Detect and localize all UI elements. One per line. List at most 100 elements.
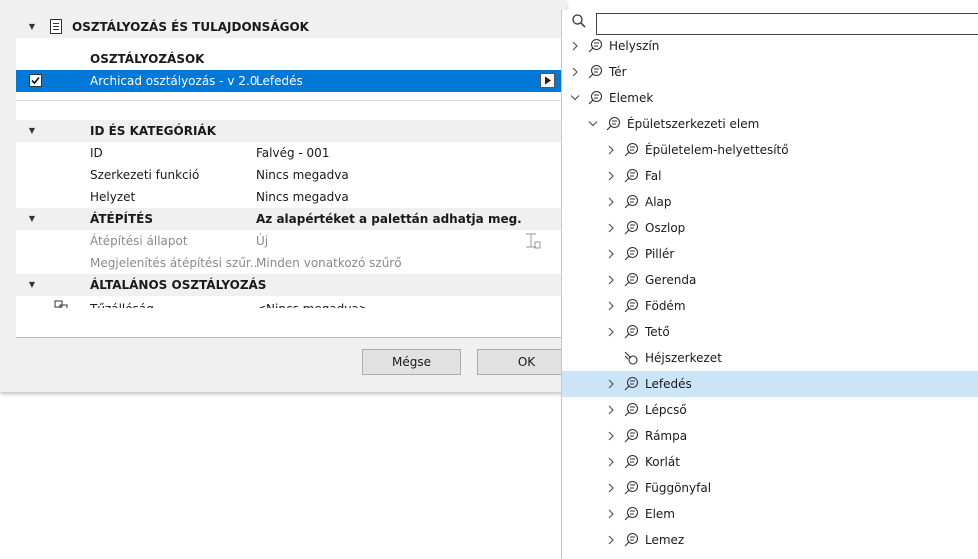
chevron-down-icon[interactable]	[588, 118, 598, 130]
chevron-right-icon[interactable]	[606, 534, 616, 546]
chevron-right-icon[interactable]	[606, 300, 616, 312]
chevron-right-icon[interactable]	[606, 144, 616, 156]
classification-icon	[624, 220, 639, 235]
property-row[interactable]: Helyzet Nincs megadva	[16, 186, 564, 208]
classification-icon	[624, 168, 639, 183]
chevron-right-icon[interactable]	[606, 196, 616, 208]
classification-icon	[588, 64, 603, 79]
tree-item[interactable]: Épületelem-helyettesítő	[562, 137, 978, 163]
property-row[interactable]: Átépítési állapot Új	[16, 230, 564, 252]
classification-leaf-icon	[624, 351, 638, 365]
tree-item[interactable]: Elemek	[562, 85, 978, 111]
tree-item-label: Lefedés	[645, 377, 692, 391]
tree-item[interactable]: Fal	[562, 163, 978, 189]
property-row[interactable]: Megjelenítés átépítési szűr... Minden vo…	[16, 252, 564, 274]
tree-item[interactable]: Lemez	[562, 527, 978, 553]
property-value[interactable]: <Nincs megadva>	[256, 298, 369, 308]
tree-item[interactable]: Pillér	[562, 241, 978, 267]
tree-item[interactable]: Rámpa	[562, 423, 978, 449]
tree-item[interactable]: Elem	[562, 501, 978, 527]
tree-item[interactable]: Födém	[562, 293, 978, 319]
tree-item[interactable]: Függönyfal	[562, 475, 978, 501]
chevron-right-icon[interactable]	[606, 378, 616, 390]
link-icon	[54, 300, 68, 308]
chevron-right-icon[interactable]	[606, 248, 616, 260]
tree-item[interactable]: Oszlop	[562, 215, 978, 241]
cancel-button[interactable]: Mégse	[362, 349, 461, 375]
tree-item-label: Alap	[645, 195, 672, 209]
property-label: Megjelenítés átépítési szűr...	[90, 256, 256, 270]
tree-item-label: Épületszerkezeti elem	[627, 117, 760, 131]
chevron-right-icon[interactable]	[570, 40, 580, 52]
classification-icon	[588, 38, 603, 53]
tree-item-label: Pillér	[645, 247, 675, 261]
chevron-right-icon[interactable]	[606, 482, 616, 494]
tree-item[interactable]: Helyszín	[562, 33, 978, 59]
renovation-note: Az alapértéket a palettán adhatja meg.	[256, 212, 522, 226]
property-value[interactable]: Minden vonatkozó szűrő	[256, 252, 402, 274]
chevron-right-icon[interactable]	[606, 274, 616, 286]
collapse-triangle-icon[interactable]: ▼	[25, 120, 39, 142]
play-arrow-icon	[545, 76, 551, 85]
classification-tree-panel: Helyszín Tér Elemek Épületszerkezeti elem Ép…	[561, 10, 978, 559]
classification-checkbox[interactable]	[29, 74, 42, 87]
property-value[interactable]: Új	[256, 230, 268, 252]
property-label: Tűzállóság	[90, 298, 154, 308]
tree-item[interactable]: Tető	[562, 319, 978, 345]
property-value[interactable]: Nincs megadva	[256, 164, 349, 186]
tree-item[interactable]: Tér	[562, 59, 978, 85]
tree-item-label: Oszlop	[645, 221, 686, 235]
tree-item-label: Tető	[645, 325, 670, 339]
property-label: Szerkezeti funkció	[90, 168, 200, 182]
tree-item[interactable]: Gerenda	[562, 267, 978, 293]
tree-item-label: Rámpa	[645, 429, 688, 443]
tree-item[interactable]: Lépcső	[562, 397, 978, 423]
renovation-header[interactable]: ▼ ÁTÉPÍTÉS Az alapértéket a palettán adh…	[16, 208, 564, 230]
chevron-right-icon[interactable]	[606, 170, 616, 182]
classification-icon	[624, 454, 639, 469]
chevron-down-icon[interactable]	[570, 92, 580, 104]
chevron-right-icon[interactable]	[606, 222, 616, 234]
settings-content: ▼ OSZTÁLYOZÁS ÉS TULAJDONSÁGOK OSZTÁLYOZ…	[16, 16, 564, 338]
tree-item[interactable]: Korlát	[562, 449, 978, 475]
checkmark-icon	[31, 76, 40, 85]
search-input[interactable]	[596, 13, 978, 35]
chevron-right-icon[interactable]	[606, 456, 616, 468]
chevron-right-icon[interactable]	[606, 404, 616, 416]
collapse-triangle-icon[interactable]: ▼	[25, 274, 39, 296]
tree-item-label: Korlát	[645, 455, 680, 469]
chevron-right-icon[interactable]	[606, 430, 616, 442]
collapse-triangle-icon[interactable]: ▼	[25, 16, 39, 38]
settings-header[interactable]: ▼ OSZTÁLYOZÁS ÉS TULAJDONSÁGOK	[16, 16, 564, 38]
search-icon	[572, 14, 586, 28]
general-classification-header[interactable]: ▼ ÁLTALÁNOS OSZTÁLYOZÁS	[16, 274, 564, 296]
classification-icon	[624, 428, 639, 443]
tree-item-label: Elemek	[609, 91, 654, 105]
tree-item[interactable]: Lefedés	[562, 371, 978, 397]
divider	[16, 100, 564, 101]
classification-row[interactable]: Archicad osztályozás - v 2.0 Lefedés	[16, 70, 564, 92]
chevron-right-icon[interactable]	[570, 66, 580, 78]
classification-system: Archicad osztályozás - v 2.0	[90, 74, 258, 88]
classification-icon	[624, 272, 639, 287]
chevron-right-icon[interactable]	[606, 508, 616, 520]
classification-value[interactable]: Lefedés	[256, 70, 303, 92]
tree-item-label: Héjszerkezet	[645, 351, 722, 365]
property-row[interactable]: Szerkezeti funkció Nincs megadva	[16, 164, 564, 186]
id-category-header[interactable]: ▼ ID ÉS KATEGÓRIÁK	[16, 120, 564, 142]
tree-item[interactable]: Alap	[562, 189, 978, 215]
property-label: ID	[90, 146, 103, 160]
tree-item[interactable]: Épületszerkezeti elem	[562, 111, 978, 137]
tree-item[interactable]: Héjszerkezet	[562, 345, 978, 371]
classification-icon	[624, 376, 639, 391]
property-value[interactable]: Falvég - 001	[256, 142, 329, 164]
property-value[interactable]: Nincs megadva	[256, 186, 349, 208]
property-row[interactable]: ID Falvég - 001	[16, 142, 564, 164]
property-row[interactable]: Tűzállóság <Nincs megadva>	[16, 296, 564, 308]
chevron-right-icon[interactable]	[606, 326, 616, 338]
classification-dropdown-button[interactable]	[540, 73, 555, 88]
classification-icon	[588, 90, 603, 105]
tree-item-label: Épületelem-helyettesítő	[645, 143, 789, 157]
renovation-status-icon	[526, 233, 541, 249]
collapse-triangle-icon[interactable]: ▼	[25, 208, 39, 230]
